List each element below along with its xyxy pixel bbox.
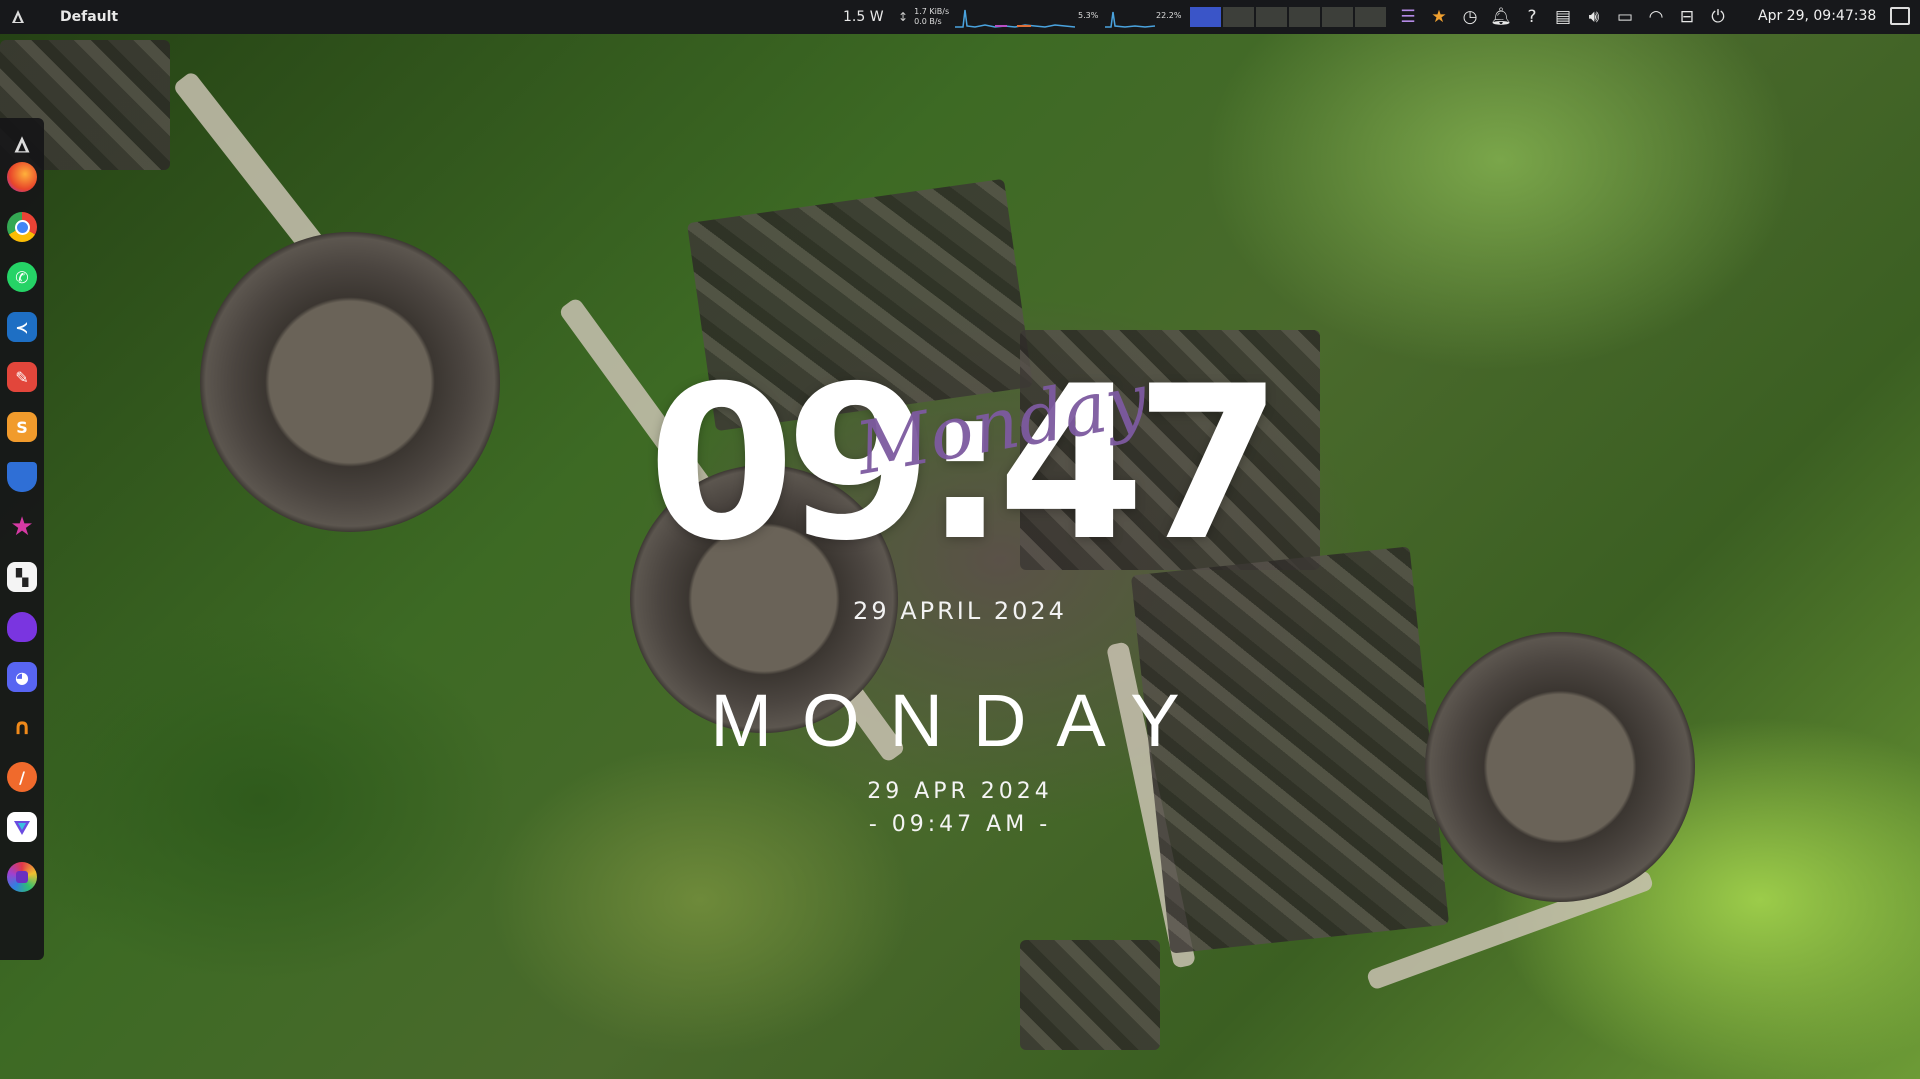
firefox-icon[interactable] — [7, 162, 37, 192]
toggle-icon[interactable]: ⊟ — [1673, 0, 1701, 34]
network-speed[interactable]: ↕ 1.7 KiB/s 0.0 B/s — [898, 0, 949, 34]
panel-clock[interactable]: Apr 29, 09:47:38 — [1758, 8, 1876, 24]
timer-icon[interactable]: ◷ — [1456, 0, 1484, 34]
workspace-4[interactable] — [1289, 7, 1320, 27]
clipboard-icon[interactable]: ▤ — [1549, 0, 1577, 34]
memory-usage-label: 22.2% — [1156, 11, 1182, 20]
net-upload-label: 1.7 KiB/s — [914, 7, 950, 16]
bell-icon[interactable]: 🔔︎ — [1487, 0, 1515, 34]
wifi-icon[interactable]: ◠ — [1642, 0, 1670, 34]
workspace-1[interactable] — [1190, 7, 1221, 27]
menu-icon[interactable]: ☰ — [1394, 0, 1422, 34]
short-time: - 09:47 AM - — [868, 812, 1052, 837]
workspace-6[interactable] — [1355, 7, 1386, 27]
workspace-name[interactable]: Default — [60, 9, 118, 25]
round-building — [1425, 632, 1695, 902]
rooftops — [1020, 940, 1160, 1050]
activities-button[interactable] — [0, 0, 36, 34]
app-launcher-icon[interactable] — [7, 130, 37, 160]
panel-menu-icon[interactable] — [1890, 7, 1910, 25]
volume-icon[interactable]: 🔊︎ — [1580, 0, 1608, 34]
chrome-icon[interactable] — [7, 212, 37, 242]
workspace-2[interactable] — [1223, 7, 1254, 27]
system-tray: ☰ ★ ◷ 🔔︎ ? ▤ 🔊︎ ▭ ◠ ⊟ ⏻ — [1394, 0, 1735, 34]
whatsapp-icon[interactable]: ✆ — [7, 262, 37, 292]
star-icon[interactable]: ★ — [1425, 0, 1453, 34]
network-graph[interactable] — [955, 6, 1075, 28]
power-icon[interactable]: ⏻ — [1704, 0, 1732, 34]
cpu-usage-label: 5.3% — [1078, 11, 1099, 20]
long-date: 29 APRIL 2024 — [853, 597, 1067, 625]
net-download-label: 0.0 B/s — [914, 17, 942, 26]
power-usage[interactable]: 1.5 W — [843, 0, 884, 34]
paint-app-icon[interactable] — [7, 862, 37, 892]
workspace-switcher[interactable] — [1190, 7, 1388, 27]
cpu-graph[interactable] — [1105, 6, 1155, 28]
vscode-icon[interactable]: ≺ — [7, 312, 37, 342]
short-date: 29 APR 2024 — [867, 779, 1053, 804]
power-usage-label: 1.5 W — [843, 9, 884, 25]
workspace-5[interactable] — [1322, 7, 1353, 27]
distro-logo-icon — [12, 10, 24, 23]
up-down-arrow-icon: ↕ — [898, 10, 909, 24]
workspace-3[interactable] — [1256, 7, 1287, 27]
top-panel: Default 1.5 W ↕ 1.7 KiB/s 0.0 B/s 5.3% 2… — [0, 0, 1920, 34]
battery-icon[interactable]: ▭ — [1611, 0, 1639, 34]
help-icon[interactable]: ? — [1518, 0, 1546, 34]
weekday-title: MONDAY — [710, 679, 1210, 762]
